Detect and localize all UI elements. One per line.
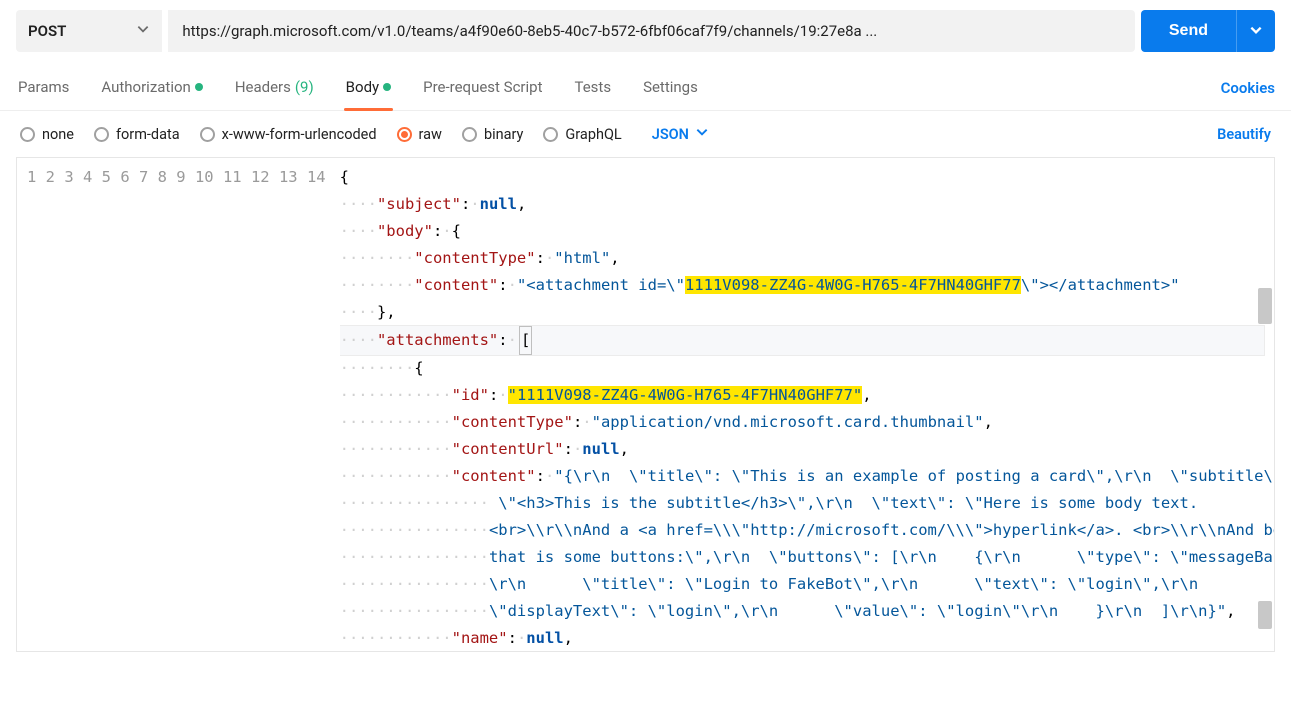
radio-binary[interactable]: binary [462, 126, 523, 143]
request-bar: POST https://graph.microsoft.com/v1.0/te… [0, 0, 1291, 62]
tab-settings[interactable]: Settings [641, 66, 700, 110]
send-button-group: Send [1141, 10, 1275, 52]
body-type-bar: none form-data x-www-form-urlencoded raw… [0, 111, 1291, 157]
request-tabs: Params Authorization Headers (9) Body Pr… [0, 62, 1291, 111]
beautify-button[interactable]: Beautify [1217, 126, 1271, 143]
highlighted-id: 1111V098-ZZ4G-4W0G-H765-4F7HN40GHF77 [517, 386, 853, 404]
radio-graphql[interactable]: GraphQL [543, 126, 621, 143]
tab-params[interactable]: Params [16, 66, 71, 110]
code-content[interactable]: { ····"subject":·null, ····"body":·{ ···… [340, 158, 1274, 651]
tab-authorization[interactable]: Authorization [99, 66, 204, 110]
status-dot-icon [195, 83, 203, 91]
http-method-select[interactable]: POST [16, 10, 162, 52]
line-gutter: 1 2 3 4 5 6 7 8 9 10 11 12 13 14 [17, 158, 340, 651]
http-method-value: POST [28, 22, 66, 40]
chevron-down-icon [136, 22, 150, 40]
chevron-down-icon [1249, 23, 1263, 40]
cookies-link[interactable]: Cookies [1221, 79, 1275, 97]
headers-count: (9) [295, 78, 314, 96]
radio-urlencoded[interactable]: x-www-form-urlencoded [200, 126, 377, 143]
radio-raw[interactable]: raw [397, 126, 442, 143]
scrollbar-thumb[interactable] [1258, 601, 1272, 629]
tab-tests[interactable]: Tests [572, 66, 613, 110]
chevron-down-icon [695, 125, 709, 143]
scrollbar-thumb[interactable] [1258, 288, 1272, 324]
status-dot-icon [383, 83, 391, 91]
radio-form-data[interactable]: form-data [94, 126, 180, 143]
tab-headers[interactable]: Headers (9) [233, 66, 316, 110]
body-language-select[interactable]: JSON [652, 125, 709, 143]
url-input[interactable]: https://graph.microsoft.com/v1.0/teams/a… [168, 10, 1135, 52]
tab-body[interactable]: Body [344, 66, 393, 110]
tab-pre-request[interactable]: Pre-request Script [421, 66, 544, 110]
send-options-button[interactable] [1236, 10, 1275, 52]
highlighted-id: 1111V098-ZZ4G-4W0G-H765-4F7HN40GHF77 [685, 276, 1021, 294]
code-editor[interactable]: 1 2 3 4 5 6 7 8 9 10 11 12 13 14 { ····"… [16, 157, 1275, 652]
url-text: https://graph.microsoft.com/v1.0/teams/a… [182, 22, 877, 40]
radio-none[interactable]: none [20, 126, 74, 143]
send-button[interactable]: Send [1141, 10, 1236, 52]
